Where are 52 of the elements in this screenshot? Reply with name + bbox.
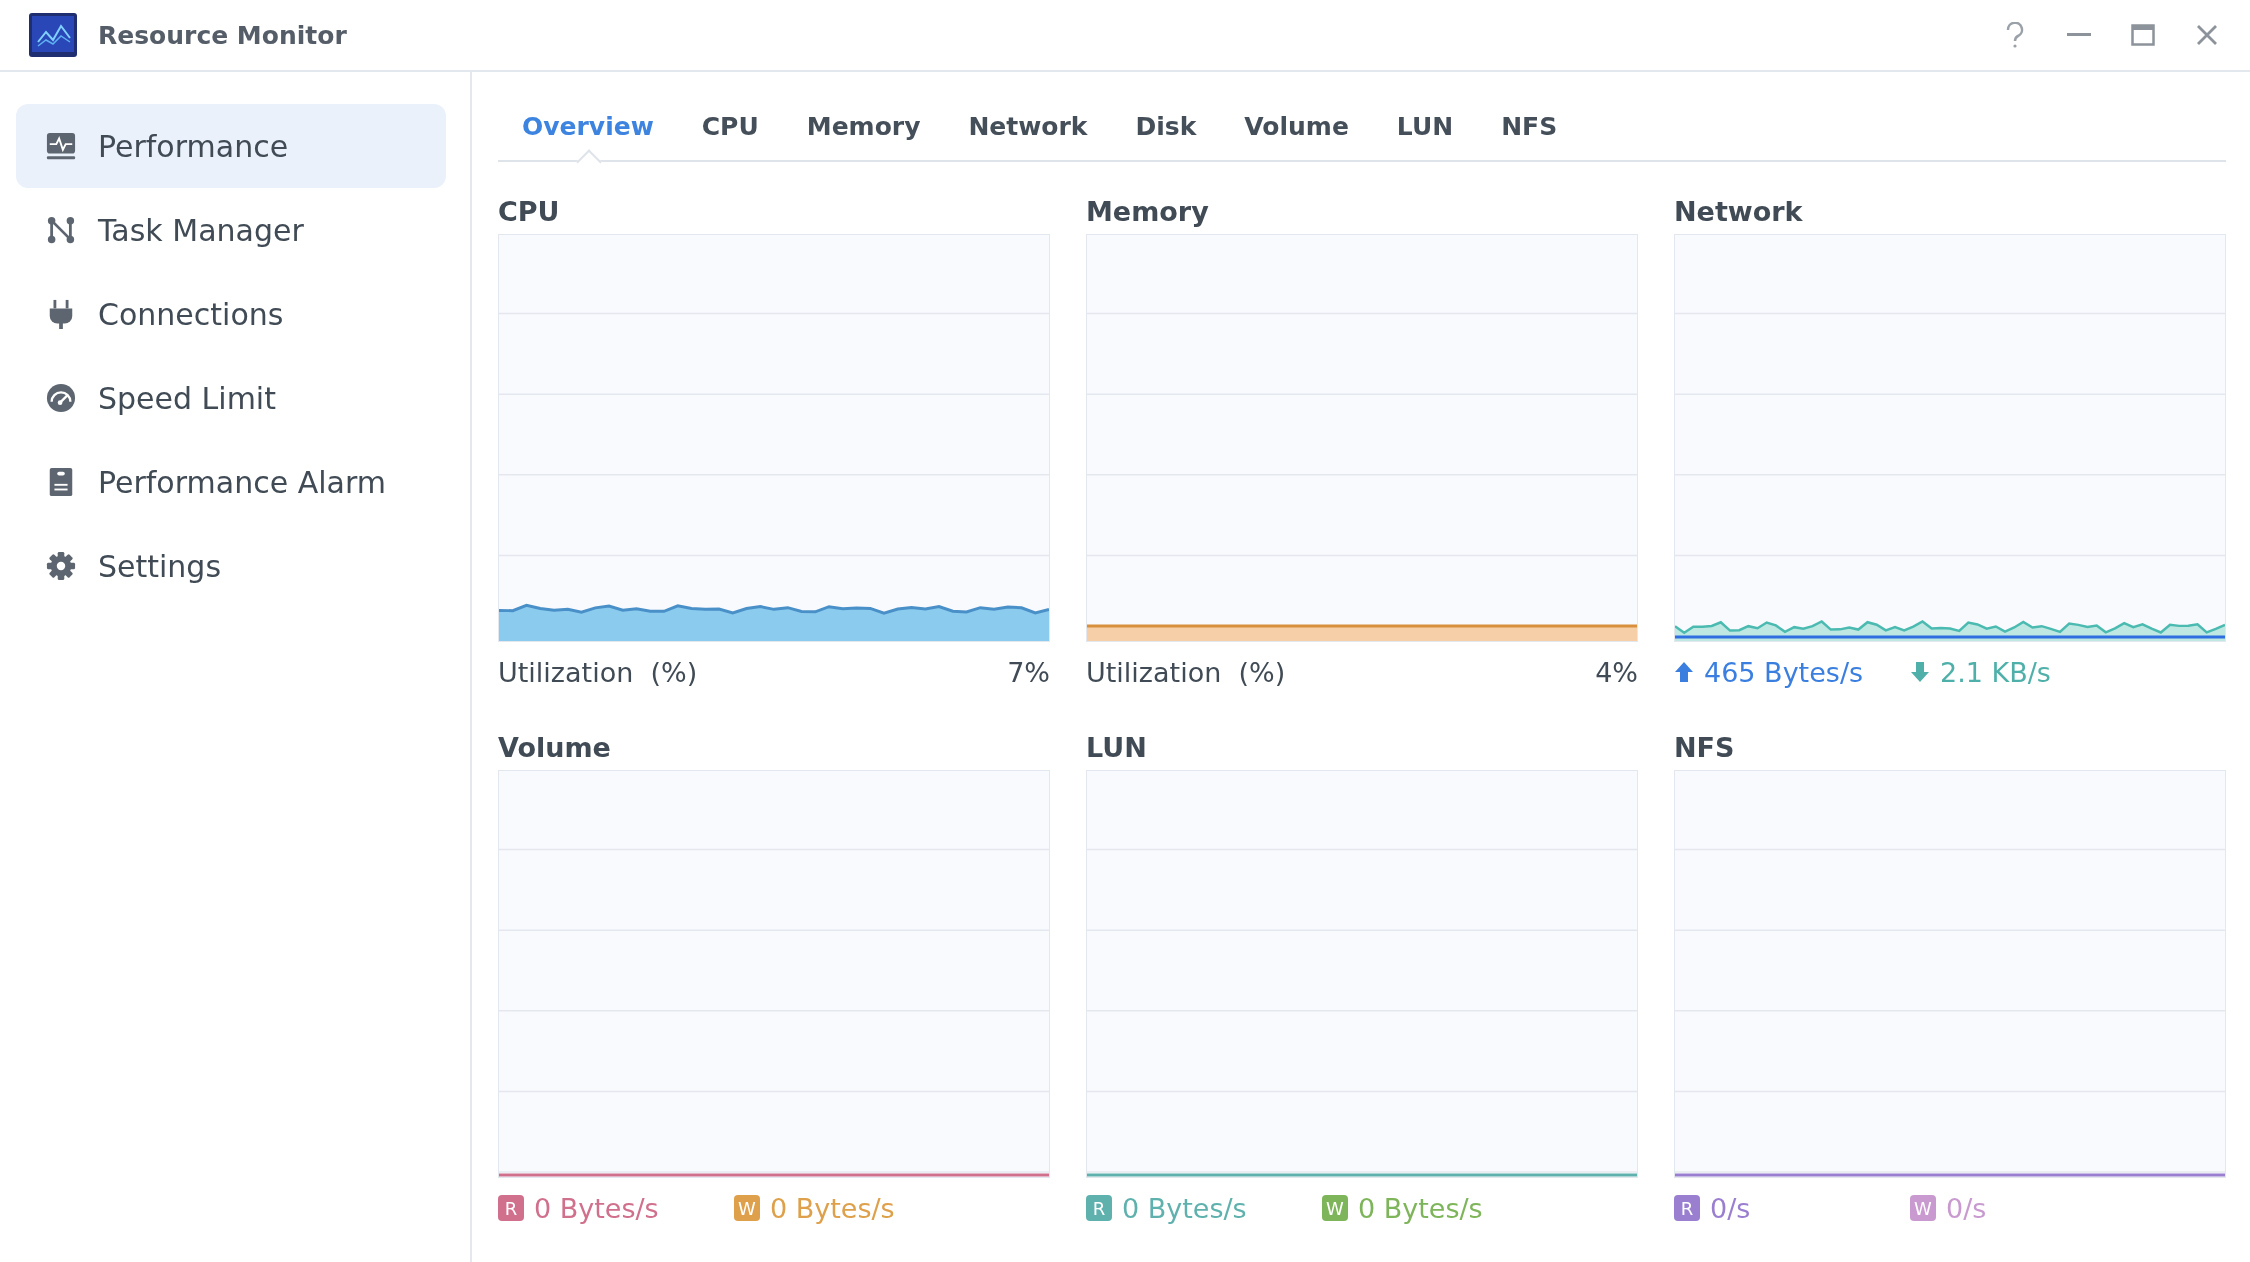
monitor-app-icon: [28, 12, 78, 58]
panel-title: NFS: [1674, 732, 1736, 765]
tab[interactable]: Volume: [1220, 92, 1373, 160]
sidebar-label: Task Manager: [98, 212, 304, 248]
panel-title: CPU: [498, 196, 561, 229]
rate-value: 0/s: [1710, 1192, 1751, 1224]
sidebar-item[interactable]: Connections: [16, 272, 446, 356]
rate-value: 0/s: [1946, 1192, 1987, 1224]
nodes-icon: [46, 215, 76, 245]
badge: W: [734, 1195, 760, 1221]
utilization-label: Utilization (%): [498, 656, 699, 688]
badge: W: [1910, 1195, 1936, 1221]
badge: R: [1086, 1195, 1112, 1221]
panel-title: LUN: [1086, 732, 1148, 765]
help-icon: [2005, 22, 2025, 48]
sidebar-item[interactable]: Task Manager: [16, 188, 446, 272]
sidebar-label: Performance: [98, 128, 289, 164]
rate-value: 0 Bytes/s: [1358, 1192, 1483, 1224]
tab[interactable]: Disk: [1111, 92, 1221, 160]
utilization-value: 4%: [1595, 656, 1638, 688]
sidebar-label: Settings: [98, 548, 222, 584]
pulse-monitor-icon: [46, 131, 76, 161]
panel-title: Network: [1674, 196, 1804, 229]
utilization-value: 7%: [1007, 656, 1050, 688]
sidebar-label: Connections: [98, 296, 284, 332]
tab[interactable]: Memory: [782, 92, 945, 160]
tab[interactable]: LUN: [1372, 92, 1478, 160]
gauge-icon: [46, 383, 76, 413]
tab[interactable]: Network: [944, 92, 1112, 160]
maximize-icon: [2131, 24, 2155, 46]
panel-title: Volume: [498, 732, 612, 765]
rate-value: 465 Bytes/s: [1704, 656, 1864, 688]
sidebar-item[interactable]: Performance: [16, 104, 446, 188]
rate-value: 0 Bytes/s: [534, 1192, 659, 1224]
sidebar-item[interactable]: Performance Alarm: [16, 440, 446, 524]
tab[interactable]: CPU: [677, 92, 783, 160]
tab[interactable]: NFS: [1477, 92, 1582, 160]
badge: R: [1674, 1195, 1700, 1221]
sidebar-label: Performance Alarm: [98, 464, 386, 500]
utilization-label: Utilization (%): [1086, 656, 1287, 688]
sidebar-item[interactable]: Speed Limit: [16, 356, 446, 440]
panel-title: Memory: [1086, 196, 1210, 229]
rate-value: 0 Bytes/s: [1122, 1192, 1247, 1224]
window-title: Resource Monitor: [98, 20, 348, 50]
rate-value: 0 Bytes/s: [770, 1192, 895, 1224]
rate-value: 2.1 KB/s: [1940, 656, 2051, 688]
minimize-icon: [2067, 33, 2091, 37]
close-icon: [2196, 24, 2218, 46]
badge: R: [498, 1195, 524, 1221]
sidebar-label: Speed Limit: [98, 380, 276, 416]
badge: W: [1322, 1195, 1348, 1221]
sidebar-item[interactable]: Settings: [16, 524, 446, 608]
